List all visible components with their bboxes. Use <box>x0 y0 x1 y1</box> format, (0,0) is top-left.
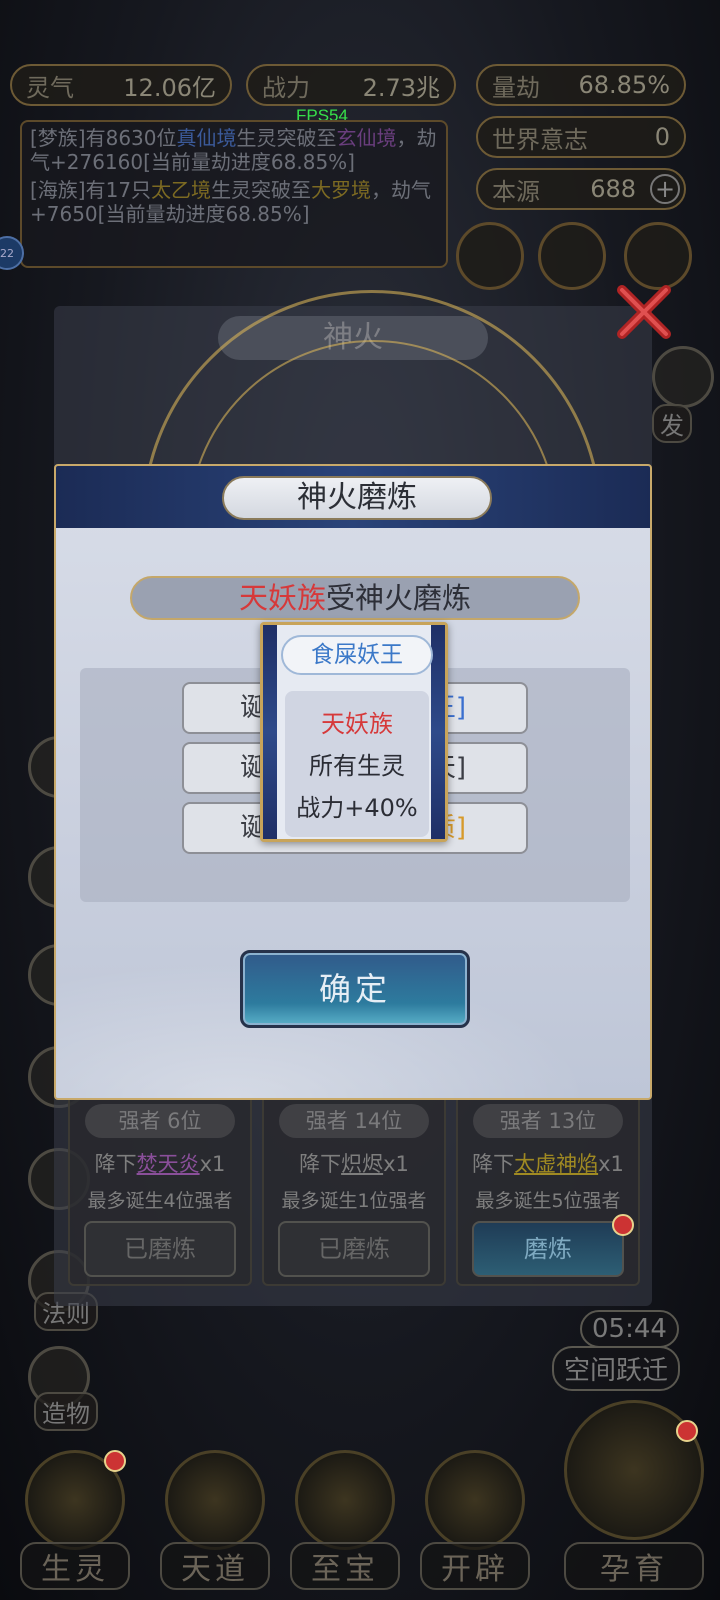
nav-yunyu[interactable]: 孕育 <box>564 1400 704 1590</box>
space-jump-button[interactable]: 空间跃迁 <box>552 1346 681 1391</box>
stat-lingqi-value: 12.06亿 <box>123 73 216 102</box>
nav-zhibao[interactable]: 至宝 <box>290 1450 400 1590</box>
card-max: 最多诞生1位强者 <box>281 1190 427 1212</box>
fire-card-1: 强者 6位 降下焚天炎x1 最多诞生4位强者 已磨炼 <box>68 1092 252 1286</box>
side-icon-right-1[interactable] <box>652 346 714 408</box>
space-jump-timer: 05:44 <box>580 1310 679 1348</box>
demon-king-tooltip: 食屎妖王 天妖族 所有生灵 战力+40% <box>260 622 448 842</box>
nav-kaipi[interactable]: 开辟 <box>420 1450 530 1590</box>
card-descend: 降下炽烬x1 <box>299 1152 409 1176</box>
stat-liangjie-value: 68.85% <box>578 71 670 99</box>
stat-zhanli: 战力 2.73兆 <box>246 64 456 106</box>
log-message-1: [梦族]有8630位真仙境生灵突破至玄仙境，劫气+276160[当前量劫进度68… <box>30 126 437 174</box>
close-icon[interactable] <box>614 282 674 342</box>
stat-liangjie[interactable]: 量劫 68.85% <box>476 64 686 106</box>
event-log: [梦族]有8630位真仙境生灵突破至玄仙境，劫气+276160[当前量劫进度68… <box>20 120 448 268</box>
nav-label: 天道 <box>160 1542 270 1590</box>
stat-lingqi: 灵气 12.06亿 <box>10 64 232 106</box>
stat-lingqi-label: 灵气 <box>26 73 74 102</box>
card-max: 最多诞生5位强者 <box>475 1190 621 1212</box>
tooltip-effect: 战力+40% <box>296 794 418 822</box>
side-label-fa[interactable]: 发 <box>652 404 692 443</box>
stat-shijie-label: 世界意志 <box>492 125 588 154</box>
tiandao-icon <box>165 1450 265 1550</box>
notification-dot <box>676 1420 698 1442</box>
kaipi-icon <box>425 1450 525 1550</box>
nav-label: 生灵 <box>20 1542 130 1590</box>
zao-wu-label[interactable]: 造物 <box>34 1392 98 1431</box>
zhibao-icon <box>295 1450 395 1550</box>
card-refine-button[interactable]: 已磨炼 <box>84 1221 236 1277</box>
card-icon-button[interactable] <box>456 222 524 290</box>
card-refine-button[interactable]: 已磨炼 <box>278 1221 430 1277</box>
stat-benyuan[interactable]: 本源 688 + <box>476 168 686 210</box>
fire-card-3: 强者 13位 降下太虚神焰x1 最多诞生5位强者 磨炼 <box>456 1092 640 1286</box>
confirm-button[interactable]: 确定 <box>240 950 470 1028</box>
card-descend: 降下焚天炎x1 <box>94 1152 226 1176</box>
stat-shijie[interactable]: 世界意志 0 <box>476 116 686 158</box>
tooltip-body: 天妖族 所有生灵 战力+40% <box>285 691 429 837</box>
notification-dot <box>104 1450 126 1472</box>
nav-label: 至宝 <box>290 1542 400 1590</box>
swirl-icon-button[interactable] <box>538 222 606 290</box>
nav-label: 开辟 <box>420 1542 530 1590</box>
card-rank: 强者 13位 <box>473 1104 623 1138</box>
stat-benyuan-label: 本源 <box>492 177 540 206</box>
nav-tiandao[interactable]: 天道 <box>160 1450 270 1590</box>
card-refine-button[interactable]: 磨炼 <box>472 1221 624 1277</box>
stat-zhanli-value: 2.73兆 <box>362 73 440 102</box>
tribe-name: 天妖族 <box>238 581 326 615</box>
nav-label: 孕育 <box>564 1542 704 1590</box>
card-descend: 降下太虚神焰x1 <box>472 1152 624 1176</box>
card-rank: 强者 14位 <box>279 1104 429 1138</box>
tooltip-target: 所有生灵 <box>309 752 405 780</box>
add-icon[interactable]: + <box>650 174 680 204</box>
card-max: 最多诞生4位强者 <box>87 1190 233 1212</box>
stat-shijie-value: 0 <box>654 123 670 151</box>
nav-shengling[interactable]: 生灵 <box>20 1450 130 1590</box>
dialog-title: 神火磨炼 <box>222 476 492 520</box>
tooltip-tribe: 天妖族 <box>321 710 393 738</box>
tooltip-name: 食屎妖王 <box>281 635 433 675</box>
card-rank: 强者 6位 <box>85 1104 235 1138</box>
scroll-icon-button[interactable] <box>624 222 692 290</box>
stat-liangjie-label: 量劫 <box>492 73 540 102</box>
stat-benyuan-value: 688 <box>590 175 636 203</box>
fire-card-2: 强者 14位 降下炽烬x1 最多诞生1位强者 已磨炼 <box>262 1092 446 1286</box>
notification-dot <box>612 1214 634 1236</box>
stat-zhanli-label: 战力 <box>262 73 310 102</box>
log-message-2: [海族]有17只太乙境生灵突破至大罗境，劫气+7650[当前量劫进度68.85%… <box>30 178 432 226</box>
dialog-subtitle: 天妖族受神火磨炼 <box>130 576 580 620</box>
